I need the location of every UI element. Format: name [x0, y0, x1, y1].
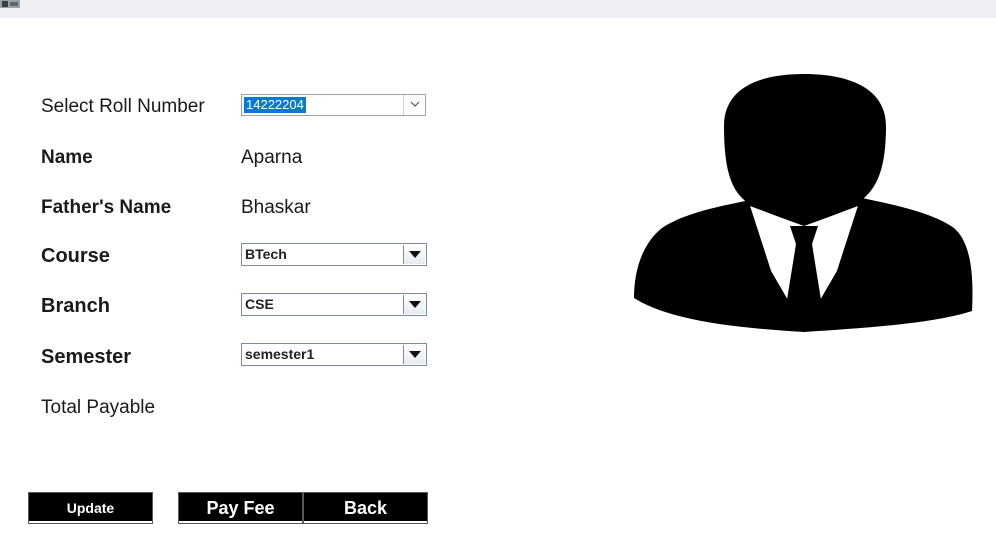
- roll-number-label: Select Roll Number: [41, 96, 205, 117]
- branch-combo[interactable]: CSE: [241, 293, 427, 316]
- father-name-label: Father's Name: [41, 197, 172, 218]
- back-button[interactable]: Back: [303, 492, 428, 524]
- app-icon: [0, 0, 20, 8]
- back-button-label: Back: [343, 498, 388, 518]
- triangle-down-icon: [409, 351, 421, 358]
- name-label: Name: [41, 147, 93, 168]
- roll-number-combo[interactable]: 14222204: [241, 94, 426, 116]
- branch-value: CSE: [245, 296, 274, 312]
- course-dropdown-button[interactable]: [403, 245, 425, 264]
- semester-value: semester1: [245, 346, 315, 362]
- course-value: BTech: [245, 246, 287, 262]
- course-label: Course: [41, 245, 110, 267]
- father-name-value: Bhaskar: [241, 197, 311, 218]
- user-silhouette-icon: [634, 74, 973, 332]
- roll-number-value[interactable]: 14222204: [244, 97, 306, 113]
- branch-label: Branch: [41, 295, 110, 317]
- semester-combo[interactable]: semester1: [241, 343, 427, 366]
- course-combo[interactable]: BTech: [241, 243, 427, 266]
- semester-label: Semester: [41, 346, 132, 368]
- branch-dropdown-button[interactable]: [403, 295, 425, 314]
- title-bar: [0, 0, 996, 18]
- chevron-down-icon: [410, 101, 420, 107]
- triangle-down-icon: [409, 251, 421, 258]
- update-button-label: Update: [66, 500, 115, 516]
- name-value: Aparna: [241, 147, 303, 168]
- semester-dropdown-button[interactable]: [403, 345, 425, 364]
- total-payable-label: Total Payable: [41, 397, 156, 418]
- update-button[interactable]: Update: [28, 492, 153, 524]
- roll-number-dropdown-button[interactable]: [403, 95, 425, 115]
- pay-fee-button-label: Pay Fee: [206, 498, 275, 518]
- pay-fee-button[interactable]: Pay Fee: [178, 492, 303, 524]
- triangle-down-icon: [409, 301, 421, 308]
